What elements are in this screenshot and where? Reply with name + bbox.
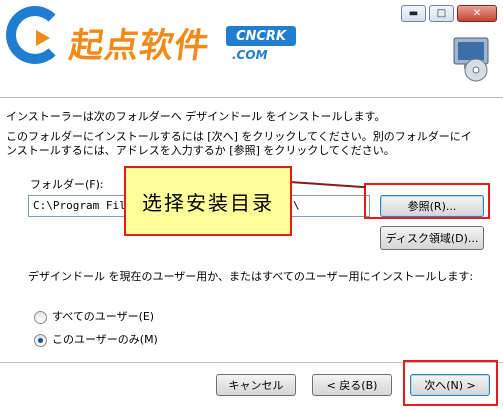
folder-label: フォルダー(F): bbox=[30, 178, 104, 191]
folder-path-tail: \ bbox=[293, 199, 300, 212]
maximize-button[interactable]: □ bbox=[429, 5, 454, 22]
install-for-question: デザインドール を現在のユーザー用か、またはすべてのユーザー用にインストールしま… bbox=[28, 270, 474, 283]
logo-badge: CNCRK bbox=[226, 26, 296, 46]
back-button[interactable]: < 戻る(B) bbox=[312, 374, 392, 396]
browse-highlight-box bbox=[364, 183, 490, 219]
computer-disc-icon bbox=[453, 37, 489, 82]
annotation-callout: 选择安装目录 bbox=[124, 166, 292, 236]
minimize-button[interactable]: ▬ bbox=[401, 5, 426, 22]
cancel-button[interactable]: キャンセル bbox=[216, 374, 296, 396]
this-user-label[interactable]: このユーザーのみ(M) bbox=[52, 333, 158, 347]
logo-arrow-icon bbox=[36, 30, 50, 46]
intro-text: インストーラーは次のフォルダーへ デザインドール をインストールします。 bbox=[6, 110, 386, 123]
this-user-radio[interactable] bbox=[34, 334, 47, 347]
next-highlight-box bbox=[403, 360, 498, 406]
logo-sub: .COM bbox=[232, 48, 268, 62]
close-button[interactable]: ✕ bbox=[457, 5, 497, 22]
instructions-text: このフォルダーにインストールするには [次へ] をクリックしてください。別のフォ… bbox=[6, 130, 472, 157]
all-users-radio[interactable] bbox=[34, 311, 47, 324]
callout-pointer bbox=[289, 181, 366, 189]
logo-g-icon bbox=[6, 6, 64, 64]
all-users-label[interactable]: すべてのユーザー(E) bbox=[52, 310, 154, 324]
disk-space-button[interactable]: ディスク領域(D)... bbox=[380, 226, 484, 250]
window-controls: ▬ □ ✕ bbox=[401, 5, 497, 22]
logo-text: 起点软件 bbox=[66, 26, 213, 66]
